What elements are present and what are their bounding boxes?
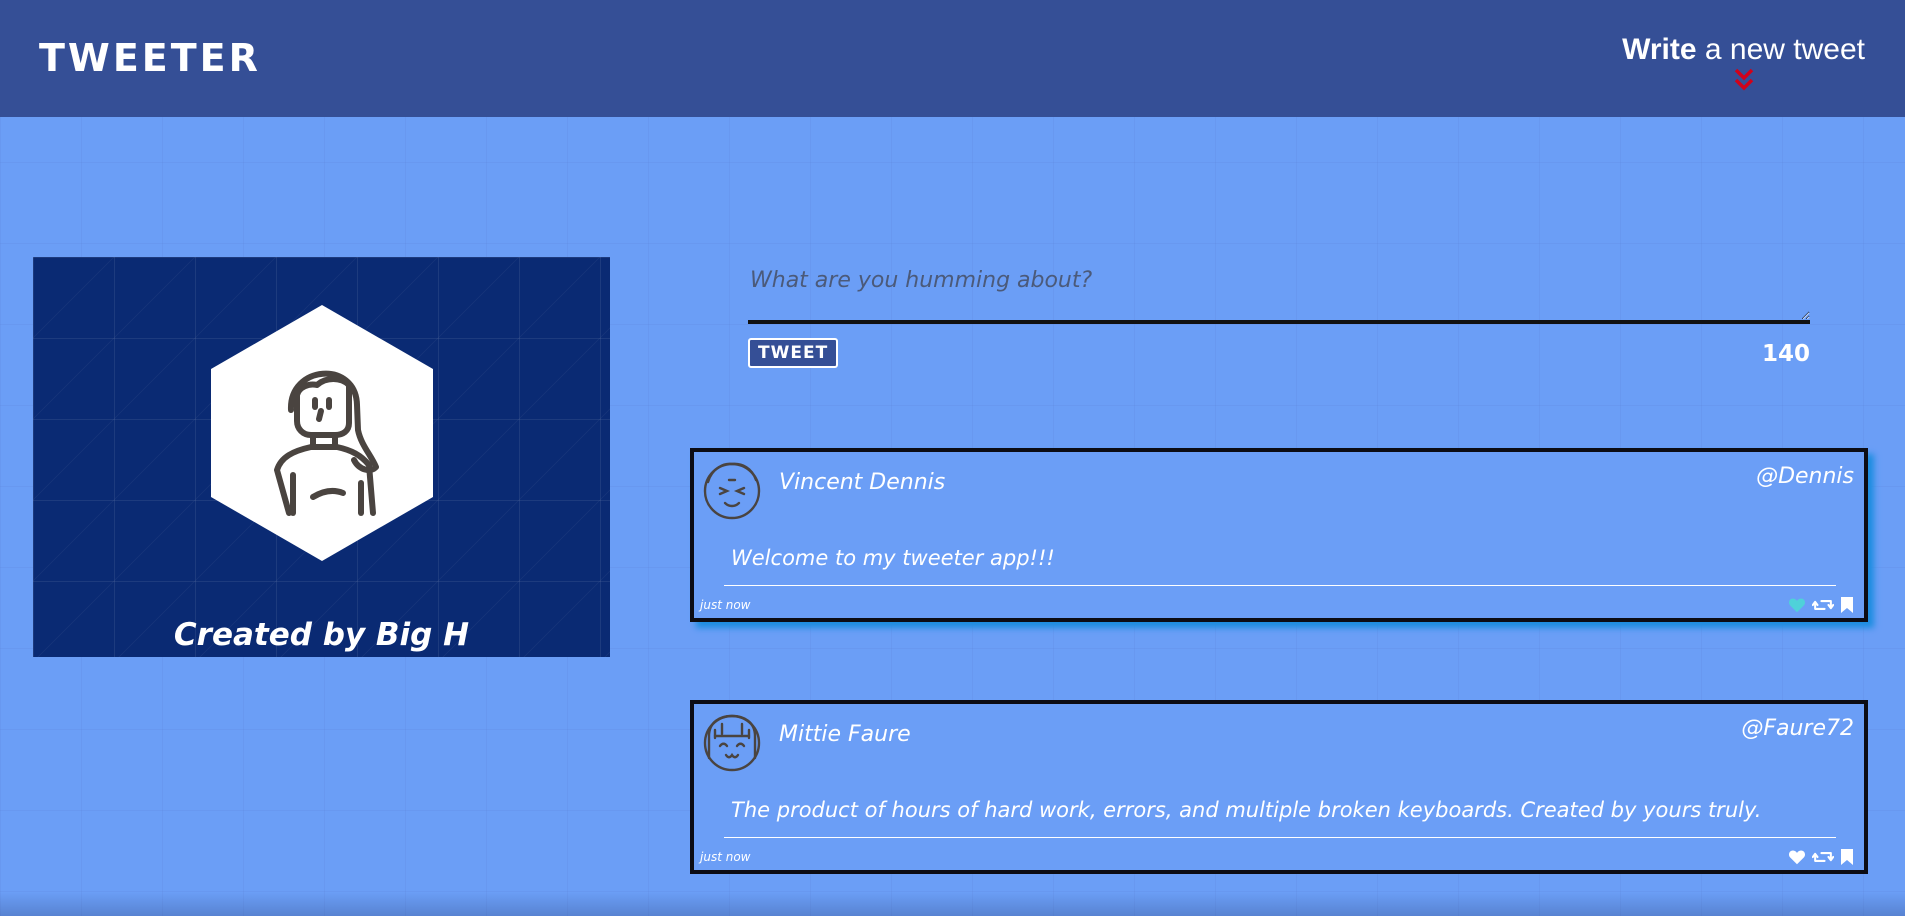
tweet-timestamp: just now [700, 850, 751, 864]
female-avatar-icon [703, 714, 761, 772]
heart-icon[interactable] [1788, 849, 1806, 865]
tweet-submit-button[interactable]: TWEET [748, 338, 839, 368]
tweet-timestamp: just now [700, 598, 751, 612]
male-avatar-icon [703, 462, 761, 520]
bookmark-icon[interactable] [1840, 848, 1854, 866]
tweet-actions [1782, 847, 1854, 867]
tweet-author-name: Vincent Dennis [779, 470, 946, 495]
tweet-composer: TWEET 140 [748, 262, 1810, 378]
retweet-icon[interactable] [1811, 849, 1835, 865]
user-avatar-icon [211, 305, 433, 561]
compose-toggle-bold: Write [1622, 33, 1697, 66]
tweet-divider [724, 585, 1836, 586]
tweet-actions [1782, 595, 1854, 615]
compose-toggle-rest: a new tweet [1704, 33, 1865, 66]
bookmark-icon[interactable] [1840, 596, 1854, 614]
double-chevron-down-icon[interactable] [1733, 66, 1755, 94]
profile-card: Created by Big H [33, 257, 610, 657]
tweet-author-handle[interactable]: @Dennis [1756, 464, 1854, 489]
tweet-content: Welcome to my tweeter app!!! [731, 546, 1055, 570]
tweet-divider [724, 837, 1836, 838]
profile-caption: Created by Big H [173, 617, 470, 653]
write-new-tweet-toggle[interactable]: Write a new tweet [1622, 30, 1865, 94]
tweet-card: Mittie Faure @Faure72 The product of hou… [690, 700, 1868, 874]
character-counter: 140 [1761, 341, 1810, 367]
bottom-shadow [0, 892, 1905, 916]
tweet-author-handle[interactable]: @Faure72 [1741, 716, 1854, 741]
retweet-icon[interactable] [1811, 597, 1835, 613]
tweet-card: Vincent Dennis @Dennis Welcome to my twe… [690, 448, 1868, 622]
brand-logo: TWEETER [39, 36, 261, 80]
tweet-author-name: Mittie Faure [779, 722, 911, 747]
tweet-input[interactable] [748, 262, 1810, 324]
composer-footer: TWEET 140 [748, 338, 1810, 378]
heart-icon[interactable] [1788, 597, 1806, 613]
tweet-content: The product of hours of hard work, error… [731, 798, 1762, 822]
top-nav: TWEETER Write a new tweet [0, 0, 1905, 117]
